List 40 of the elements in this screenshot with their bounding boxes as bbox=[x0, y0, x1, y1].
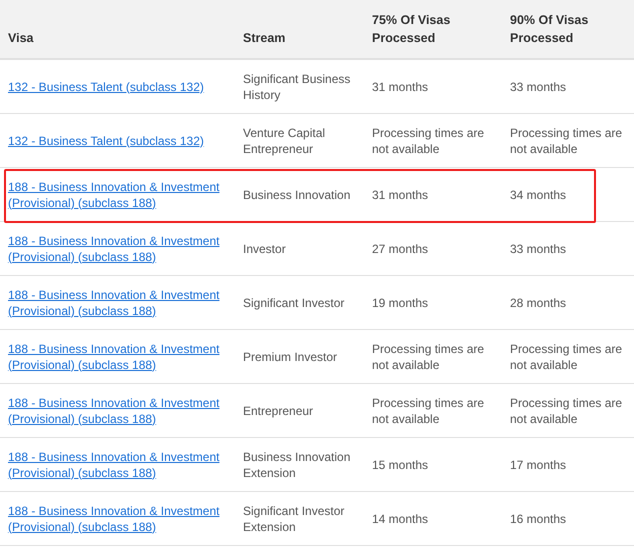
stream-cell: Significant Investor bbox=[243, 294, 344, 310]
processing-time-cell-text: Processing times are not available bbox=[510, 394, 624, 426]
processing-time-cell: 27 months bbox=[372, 240, 428, 256]
column-header: 90% Of Visas Processed bbox=[510, 13, 588, 45]
stream-cell: Premium Investor bbox=[243, 348, 338, 364]
stream-cell-text: Venture Capital Entrepreneur bbox=[243, 124, 326, 156]
column-header: Visa bbox=[8, 31, 34, 45]
processing-time-cell: 17 months bbox=[510, 456, 566, 472]
processing-time-cell-text: Processing times are not available bbox=[372, 394, 486, 426]
visa-link[interactable]: 188 - Business Innovation & Investment (Provisional) (subclass 188) bbox=[8, 178, 227, 210]
processing-time-cell: 34 months bbox=[510, 186, 566, 202]
stream-cell: Entrepreneur bbox=[243, 402, 314, 418]
processing-time-cell: 16 months bbox=[510, 510, 566, 526]
stream-cell-text: Business Innovation Extension bbox=[243, 448, 352, 480]
processing-time-cell: 33 months bbox=[510, 240, 566, 256]
stream-cell-text: Significant Business History bbox=[243, 70, 352, 102]
visa-link[interactable]: 188 - Business Innovation & Investment (Provisional) (subclass 188) bbox=[8, 394, 227, 426]
column-header: Stream bbox=[243, 31, 286, 45]
stream-cell-text: Significant Investor Extension bbox=[243, 502, 346, 534]
processing-time-cell: 28 months bbox=[510, 294, 566, 310]
processing-time-cell-text: Processing times are not available bbox=[372, 124, 486, 156]
processing-time-cell: 15 months bbox=[372, 456, 428, 472]
stream-cell: Investor bbox=[243, 240, 286, 256]
processing-time-cell: 19 months bbox=[372, 294, 428, 310]
processing-time-cell-text: Processing times are not available bbox=[510, 340, 624, 372]
column-header: 75% Of Visas Processed bbox=[372, 13, 450, 45]
processing-time-cell-text: Processing times are not available bbox=[510, 124, 624, 156]
visa-link[interactable]: 188 - Business Innovation & Investment (Provisional) (subclass 188) bbox=[8, 502, 227, 534]
stream-cell: Business Innovation bbox=[243, 186, 350, 202]
visa-link[interactable]: 132 - Business Talent (subclass 132) bbox=[8, 78, 204, 94]
visa-link[interactable]: 188 - Business Innovation & Investment (Provisional) (subclass 188) bbox=[8, 448, 227, 480]
processing-time-cell: 14 months bbox=[372, 510, 428, 526]
processing-time-cell: 31 months bbox=[372, 78, 428, 94]
visa-link[interactable]: 188 - Business Innovation & Investment (Provisional) (subclass 188) bbox=[8, 232, 227, 264]
processing-time-cell: 31 months bbox=[372, 186, 428, 202]
processing-time-cell: 33 months bbox=[510, 78, 566, 94]
visa-link[interactable]: 132 - Business Talent (subclass 132) bbox=[8, 132, 204, 148]
processing-time-cell-text: Processing times are not available bbox=[372, 340, 486, 372]
visa-link[interactable]: 188 - Business Innovation & Investment (Provisional) (subclass 188) bbox=[8, 340, 227, 372]
visa-link[interactable]: 188 - Business Innovation & Investment (Provisional) (subclass 188) bbox=[8, 286, 227, 318]
